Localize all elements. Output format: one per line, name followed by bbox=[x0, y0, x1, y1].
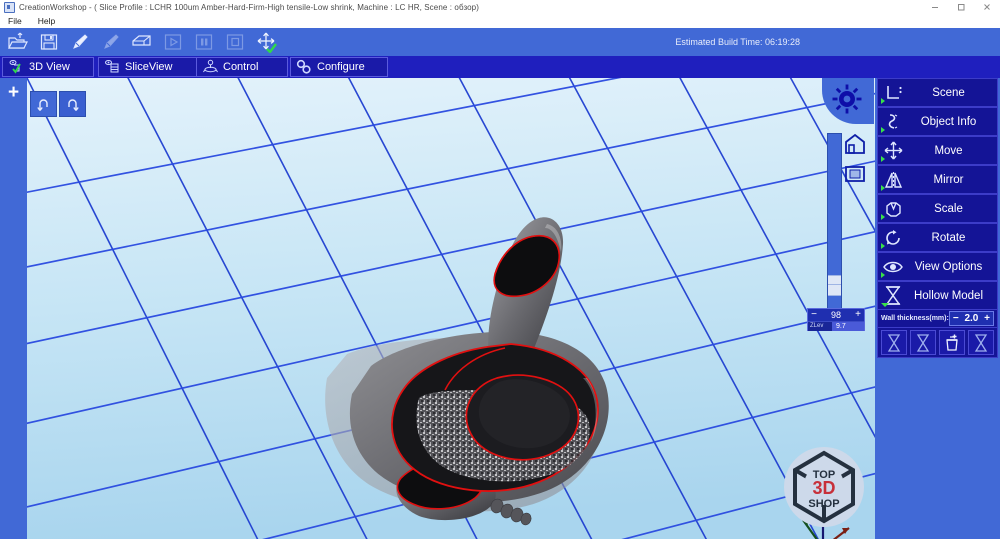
left-rail: + bbox=[0, 78, 27, 539]
gears-icon bbox=[291, 58, 317, 76]
layer-increment-button[interactable]: + bbox=[852, 309, 864, 321]
hollow-preview-button[interactable] bbox=[910, 330, 937, 355]
add-object-button[interactable]: + bbox=[4, 83, 23, 102]
expand-triangle bbox=[881, 156, 885, 162]
hollow-add-hole-button[interactable] bbox=[938, 330, 965, 355]
home-view-button[interactable] bbox=[843, 132, 866, 155]
wall-thickness-decrement[interactable]: − bbox=[953, 313, 959, 324]
tools-panel: Scene Object Info Move Mirror Scale Rota… bbox=[875, 78, 1000, 539]
box-view-icon bbox=[844, 165, 865, 182]
sun-gear-icon[interactable] bbox=[832, 84, 862, 119]
hollow-reset-button[interactable] bbox=[967, 330, 994, 355]
expand-triangle bbox=[881, 243, 885, 249]
expand-triangle bbox=[881, 214, 885, 220]
panel-item-rotate-label: Rotate bbox=[931, 231, 966, 244]
panel-item-scene[interactable]: Scene bbox=[877, 78, 998, 107]
hollow-actions-row bbox=[877, 328, 998, 358]
play-button[interactable] bbox=[157, 29, 188, 55]
build-plate-grid bbox=[27, 78, 875, 539]
wall-thickness-increment[interactable]: + bbox=[984, 313, 990, 324]
collapse-triangle bbox=[881, 303, 889, 307]
close-button[interactable] bbox=[974, 0, 1000, 14]
panel-item-hollow-model[interactable]: Hollow Model bbox=[877, 281, 998, 310]
expand-triangle bbox=[881, 272, 885, 278]
move-tool-button[interactable] bbox=[250, 29, 281, 55]
top-3d-shop-logo: TOP 3D SHOP bbox=[784, 447, 864, 527]
home-icon bbox=[844, 133, 865, 154]
tab-configure-label: Configure bbox=[317, 61, 365, 73]
tab-strip: 3D View SliceView Control Configure bbox=[0, 56, 1000, 78]
box-view-button[interactable] bbox=[843, 162, 866, 185]
panel-item-move-label: Move bbox=[934, 144, 963, 157]
wall-thickness-row: Wall thickness(mm): − 2.0 + bbox=[877, 310, 998, 328]
undo-button[interactable] bbox=[30, 91, 57, 117]
panel-item-mirror-label: Mirror bbox=[933, 173, 964, 186]
layer-decrement-button[interactable]: − bbox=[808, 309, 820, 321]
menu-item-help[interactable]: Help bbox=[30, 14, 63, 28]
creationworkshop-window: CreationWorkshop - ( Slice Profile : LCH… bbox=[0, 0, 1000, 539]
undo-redo-group bbox=[30, 91, 86, 117]
title-bar: CreationWorkshop - ( Slice Profile : LCH… bbox=[0, 0, 1000, 15]
app-icon bbox=[4, 1, 15, 13]
expand-triangle bbox=[881, 127, 885, 133]
logo-line2: 3D bbox=[812, 478, 835, 498]
expand-triangle bbox=[881, 185, 885, 191]
layers-button[interactable] bbox=[126, 29, 157, 55]
tab-3d-view-label: 3D View bbox=[29, 61, 70, 73]
redo-button[interactable] bbox=[59, 91, 86, 117]
minimize-button[interactable] bbox=[922, 0, 948, 14]
cursor-check-icon bbox=[3, 58, 29, 76]
layer-slider-thumb[interactable] bbox=[828, 275, 841, 296]
layer-value[interactable]: 98 bbox=[820, 309, 852, 321]
tab-slice-view-label: SliceView bbox=[125, 61, 173, 73]
tab-slice-view[interactable]: SliceView bbox=[98, 57, 198, 77]
panel-item-scale[interactable]: Scale bbox=[877, 194, 998, 223]
tab-configure[interactable]: Configure bbox=[290, 57, 388, 77]
layer-spinner[interactable]: − 98 + ZLev 9.7 bbox=[807, 308, 865, 331]
slice-alt-button[interactable] bbox=[95, 29, 126, 55]
panel-item-view-options[interactable]: View Options bbox=[877, 252, 998, 281]
tab-control[interactable]: Control bbox=[196, 57, 288, 77]
maximize-button[interactable] bbox=[948, 0, 974, 14]
expand-triangle bbox=[881, 98, 885, 104]
joystick-icon bbox=[197, 58, 223, 76]
window-controls bbox=[922, 0, 1000, 14]
menu-bar: File Help bbox=[0, 14, 1000, 29]
panel-item-object-info-label: Object Info bbox=[920, 115, 977, 128]
menu-item-file[interactable]: File bbox=[0, 14, 30, 28]
tab-3d-view[interactable]: 3D View bbox=[2, 57, 94, 77]
panel-item-object-info[interactable]: Object Info bbox=[877, 107, 998, 136]
wall-thickness-value[interactable]: 2.0 bbox=[964, 313, 978, 324]
panel-item-view-options-label: View Options bbox=[914, 260, 983, 273]
window-title: CreationWorkshop - ( Slice Profile : LCH… bbox=[19, 2, 479, 12]
wall-thickness-label: Wall thickness(mm): bbox=[881, 315, 949, 322]
panel-item-rotate[interactable]: Rotate bbox=[877, 223, 998, 252]
panel-item-move[interactable]: Move bbox=[877, 136, 998, 165]
open-file-button[interactable] bbox=[2, 29, 33, 55]
stop-button[interactable] bbox=[219, 29, 250, 55]
panel-item-scene-label: Scene bbox=[932, 86, 965, 99]
3d-viewport[interactable]: − 98 + ZLev 9.7 TOP 3D SHOP bbox=[27, 78, 875, 539]
zlevel-value: 9.7 bbox=[832, 322, 864, 331]
estimated-build-time: Estimated Build Time: 06:19:28 bbox=[675, 37, 800, 47]
zlevel-label: ZLev bbox=[808, 322, 832, 331]
main-toolbar: Estimated Build Time: 06:19:28 bbox=[0, 28, 1000, 56]
logo-line3: SHOP bbox=[808, 498, 839, 510]
panel-item-scale-label: Scale bbox=[934, 202, 963, 215]
slice-button[interactable] bbox=[64, 29, 95, 55]
panel-item-hollow-model-label: Hollow Model bbox=[913, 289, 984, 302]
tab-control-label: Control bbox=[223, 61, 259, 73]
hollow-apply-button[interactable] bbox=[881, 330, 908, 355]
layer-slider[interactable] bbox=[827, 133, 842, 318]
pause-button[interactable] bbox=[188, 29, 219, 55]
wall-thickness-stepper[interactable]: − 2.0 + bbox=[948, 311, 994, 326]
save-file-button[interactable] bbox=[33, 29, 64, 55]
slice-stack-icon bbox=[99, 58, 125, 76]
panel-item-mirror[interactable]: Mirror bbox=[877, 165, 998, 194]
